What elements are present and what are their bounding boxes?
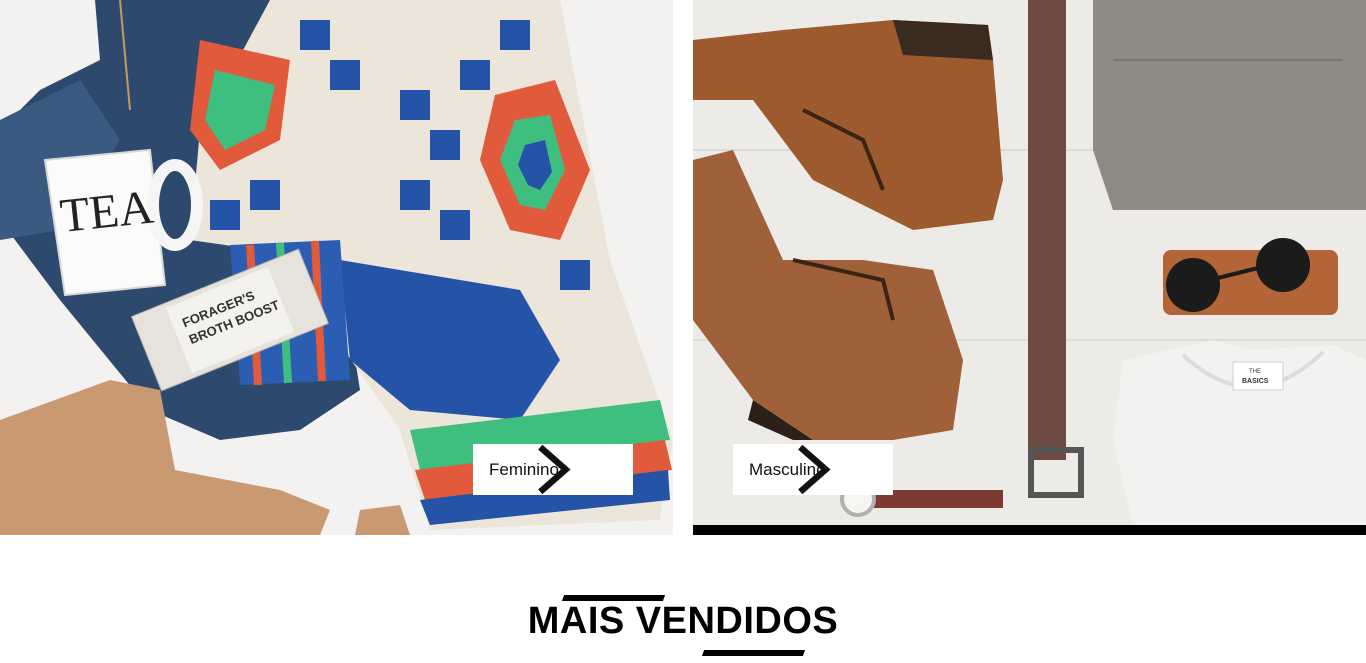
masculino-button[interactable]: Masculino [733,444,893,495]
best-sellers-header: MAIS VENDIDOS [0,590,1366,663]
chevron-right-icon [538,444,617,495]
shirt-tag-print-1: THE [1249,369,1261,375]
page: TEA FORAGER'S BROTH BOOST Feminino THE B… [0,0,1366,663]
banner-feminino[interactable]: TEA FORAGER'S BROTH BOOST Feminino [0,0,673,535]
mug-print: TEA [58,180,157,242]
title-decoration-bottom [701,650,806,656]
feminino-button[interactable]: Feminino [473,444,633,495]
banner-masculino[interactable]: THE BASICS Masculino [693,0,1366,535]
section-title: MAIS VENDIDOS [527,600,839,642]
shirt-tag-print-2: BASICS [1242,378,1269,385]
chevron-right-icon [798,444,877,495]
